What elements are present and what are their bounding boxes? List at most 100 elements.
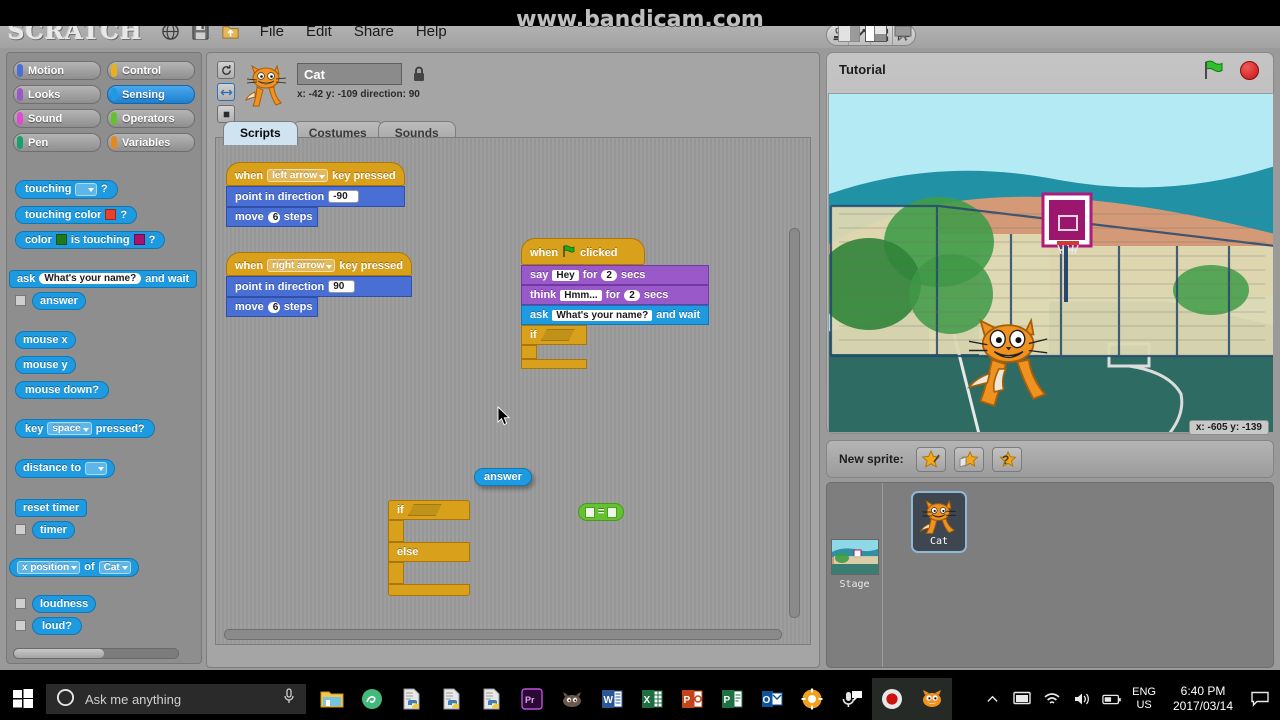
powerpoint-icon[interactable]: P [672,678,712,720]
loose-block-equals[interactable]: = [578,503,625,521]
category-control[interactable]: Control [107,61,195,80]
if-else-else-header[interactable]: else [388,542,470,562]
script-when-right-arrow[interactable]: when right arrow key pressed point in di… [226,252,412,317]
color-swatch[interactable] [133,234,145,245]
palette-block-reset-timer[interactable]: reset timer [15,498,88,517]
windows-start-icon[interactable] [0,678,46,720]
if-else-else-body[interactable] [388,562,404,584]
block-point-in-direction[interactable]: point in direction 90 [226,276,412,297]
answer-watcher-checkbox[interactable] [15,295,26,306]
sprite-thumbnail[interactable] [243,59,291,111]
block-move-steps[interactable]: move 6 steps [226,297,318,317]
scripts-horizontal-scrollbar[interactable] [224,629,782,640]
rotate-left-right-icon[interactable] [217,83,235,101]
direction-dropdown[interactable]: 90 [328,280,356,293]
distance-target-dropdown[interactable] [85,461,107,475]
block-think-for-secs[interactable]: think Hmm... for 2 secs [521,285,710,305]
file-explorer-icon[interactable] [312,678,352,720]
surprise-sprite-icon[interactable]: ? [991,446,1022,472]
search-box[interactable]: Ask me anything [46,684,306,714]
category-pen[interactable]: Pen [13,133,101,152]
python-file-icon-2[interactable] [432,678,472,720]
steps-input[interactable]: 6 [267,211,280,223]
ask-text-input[interactable]: What's your name? [552,309,653,321]
rotate-all-around-icon[interactable] [217,61,235,79]
palette-block-mouse-x[interactable]: mouse x [15,330,76,349]
direction-dropdown[interactable]: -90 [328,190,359,203]
lock-icon[interactable] [412,65,426,87]
presentation-mode-button[interactable] [892,24,914,42]
volume-icon[interactable] [1072,691,1092,707]
palette-horizontal-scrollbar[interactable] [13,648,179,659]
palette-block-mouse-y[interactable]: mouse y [15,355,76,374]
python-file-icon-3[interactable] [472,678,512,720]
action-center-icon[interactable] [1250,691,1270,707]
palette-block-color-is-touching[interactable]: color is touching ? [15,230,166,249]
if-condition-slot[interactable] [541,329,575,341]
loose-block-if-else[interactable]: if else [388,500,470,596]
say-text-input[interactable]: Hey [552,269,579,281]
palette-block-attribute-of[interactable]: x position of Cat [9,557,139,577]
bandicam-icon[interactable] [872,678,912,720]
outlook-icon[interactable]: O [752,678,792,720]
script-when-left-arrow[interactable]: when left arrow key pressed point in dir… [226,162,405,227]
scripts-vertical-scrollbar[interactable] [789,228,800,618]
scripts-canvas[interactable]: when left arrow key pressed point in dir… [215,137,811,645]
normal-stage-layout-button[interactable] [865,24,887,42]
key-dropdown[interactable]: right arrow [267,259,336,272]
scratch-icon[interactable] [912,678,952,720]
equals-left-slot[interactable] [585,506,595,518]
block-move-steps[interactable]: move 6 steps [226,207,318,227]
stop-button[interactable] [1240,61,1259,80]
block-say-for-secs[interactable]: say Hey for 2 secs [521,265,710,285]
choose-new-sprite-icon[interactable] [953,446,984,472]
category-operators[interactable]: Operators [107,109,195,128]
palette-block-loud[interactable]: loud? [32,616,82,635]
steps-input[interactable]: 6 [267,301,280,313]
microphone-icon[interactable] [282,688,296,710]
ask-text-input[interactable]: What's your name? [39,273,142,284]
loudness-watcher-checkbox[interactable] [15,598,26,609]
say-secs-input[interactable]: 2 [601,269,617,281]
loud-watcher-checkbox[interactable] [15,620,26,631]
script-when-green-flag-clicked[interactable]: when clicked say Hey for 2 secs think Hm… [521,238,710,369]
palette-block-answer[interactable]: answer [32,291,86,310]
category-sensing[interactable]: Sensing [107,85,195,104]
block-point-in-direction[interactable]: point in direction -90 [226,186,405,207]
loose-block-answer[interactable]: answer [474,468,532,486]
if-else-if-header[interactable]: if [388,500,470,520]
palette-block-distance-to[interactable]: distance to [15,458,115,478]
attribute-target-dropdown[interactable]: Cat [98,560,131,574]
palette-block-ask-and-wait[interactable]: ask What's your name? and wait [9,269,198,288]
premiere-pro-icon[interactable]: Pr [512,678,552,720]
attribute-dropdown[interactable]: x position [17,560,81,574]
stage-thumbnail[interactable] [830,539,879,575]
stage-selector[interactable]: Stage [827,483,883,667]
think-text-input[interactable]: Hmm... [560,289,602,301]
block-ask-and-wait[interactable]: ask What's your name? and wait [521,305,710,325]
stage-display[interactable] [828,93,1274,433]
voice-recorder-icon[interactable] [832,678,872,720]
clock[interactable]: 6:40 PM 2017/03/14 [1166,684,1240,714]
gimp-icon[interactable] [552,678,592,720]
word-icon[interactable]: W [592,678,632,720]
key-dropdown[interactable]: space [47,422,92,435]
palette-block-timer[interactable]: timer [32,520,75,539]
block-when-key-pressed[interactable]: when left arrow key pressed [226,162,405,186]
palette-block-mouse-down[interactable]: mouse down? [15,380,109,399]
palette-block-touching[interactable]: touching ? [15,179,118,199]
color-swatch[interactable] [105,209,117,220]
sprite-list-item-cat[interactable]: Cat [911,491,967,553]
wifi-icon[interactable] [1042,692,1062,707]
if-body-slot[interactable] [521,345,537,359]
timer-watcher-checkbox[interactable] [15,524,26,535]
block-if[interactable]: if [521,325,709,369]
display-icon[interactable] [1012,691,1032,707]
python-file-icon-1[interactable] [392,678,432,720]
touching-target-dropdown[interactable] [75,182,97,196]
if-else-condition-slot[interactable] [408,504,442,516]
small-stage-layout-button[interactable] [838,24,860,42]
palette-block-loudness[interactable]: loudness [32,594,97,613]
sprite-name-field[interactable]: Cat [297,63,402,85]
palette-block-touching-color[interactable]: touching color ? [15,205,138,224]
